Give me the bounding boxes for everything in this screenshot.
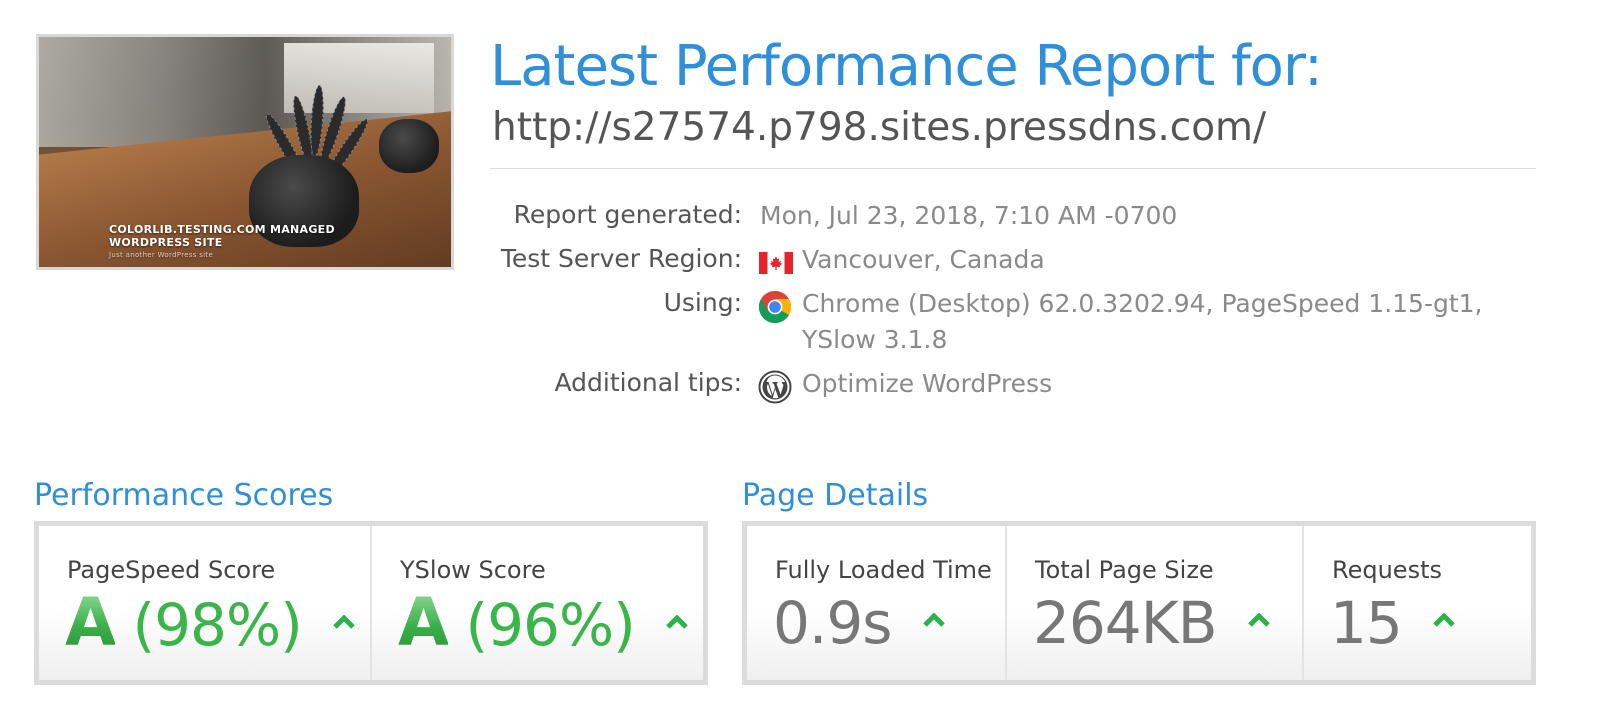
report-url[interactable]: http://s27574.p798.sites.pressdns.com/ — [492, 104, 1266, 152]
yslow-score-value: A (96%) — [398, 588, 688, 660]
pagespeed-score-label: PageSpeed Score — [67, 556, 276, 584]
thumb-caption: COLORLIB.TESTING.COM MANAGED WORDPRESS S… — [109, 223, 349, 262]
test-server-region-value: Vancouver, Canada — [802, 245, 1045, 274]
report-generated-label: Report generated: — [513, 200, 742, 229]
thumb-plant-pot-small — [379, 119, 439, 173]
pagespeed-score-card[interactable]: PageSpeed Score A (98%) — [39, 526, 370, 680]
total-page-size-card[interactable]: Total Page Size 264KB — [1005, 526, 1302, 680]
report-title: Latest Performance Report for: — [490, 34, 1323, 99]
pagespeed-grade: A — [65, 584, 116, 661]
page-details-panel: Fully Loaded Time 0.9s Total Page Size 2… — [742, 521, 1536, 685]
performance-scores-title: Performance Scores — [34, 478, 334, 513]
thumb-subcaption: Just another WordPress site — [109, 251, 214, 259]
chrome-icon — [758, 290, 792, 324]
fully-loaded-time-number: 0.9s — [773, 589, 892, 657]
yslow-score-card[interactable]: YSlow Score A (96%) — [370, 526, 703, 680]
total-page-size-number: 264KB — [1033, 589, 1218, 657]
page-details-title: Page Details — [742, 478, 929, 513]
requests-number: 15 — [1330, 589, 1403, 657]
using-value-line2: YSlow 3.1.8 — [802, 325, 948, 354]
canada-flag-icon — [759, 252, 793, 274]
pagespeed-percent: (98%) — [132, 591, 303, 659]
using-label: Using: — [663, 288, 742, 317]
site-screenshot-thumbnail[interactable]: COLORLIB.TESTING.COM MANAGED WORDPRESS S… — [36, 34, 454, 270]
additional-tips-label: Additional tips: — [554, 368, 742, 397]
total-page-size-value: 264KB — [1033, 588, 1270, 658]
requests-value: 15 — [1330, 588, 1456, 658]
yslow-score-label: YSlow Score — [400, 556, 546, 584]
thumb-window — [284, 43, 434, 113]
fully-loaded-time-label: Fully Loaded Time — [775, 556, 992, 584]
header-divider — [490, 168, 1536, 169]
report-generated-value: Mon, Jul 23, 2018, 7:10 AM -0700 — [760, 201, 1178, 230]
fully-loaded-time-card[interactable]: Fully Loaded Time 0.9s — [747, 526, 1005, 680]
total-page-size-label: Total Page Size — [1035, 556, 1214, 584]
yslow-grade: A — [398, 584, 449, 661]
pagespeed-score-value: A (98%) — [65, 588, 355, 660]
additional-tips-link[interactable]: Optimize WordPress — [802, 366, 1052, 402]
fully-loaded-time-value: 0.9s — [773, 588, 945, 658]
performance-scores-panel: PageSpeed Score A (98%) YSlow Score A (9… — [34, 521, 708, 685]
using-value-line1: Chrome (Desktop) 62.0.3202.94, PageSpeed… — [802, 289, 1483, 318]
requests-card[interactable]: Requests 15 — [1302, 526, 1531, 680]
wordpress-icon — [758, 370, 792, 404]
thumb-caption-text: COLORLIB.TESTING.COM MANAGED WORDPRESS S… — [109, 223, 335, 249]
test-server-region-label: Test Server Region: — [500, 244, 742, 273]
requests-label: Requests — [1332, 556, 1442, 584]
yslow-percent: (96%) — [465, 591, 636, 659]
